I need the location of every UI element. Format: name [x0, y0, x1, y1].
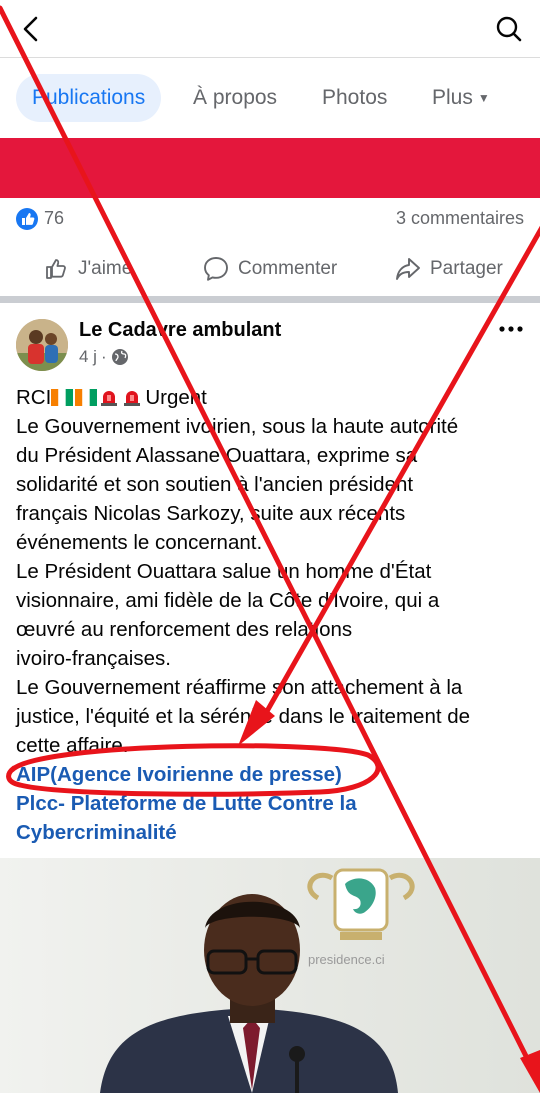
- photo-watermark: presidence.ci: [308, 952, 385, 967]
- post-time[interactable]: 4 j: [79, 347, 97, 367]
- siren-icon: [124, 391, 141, 406]
- tab-publications[interactable]: Publications: [16, 74, 162, 122]
- like-count[interactable]: 76: [44, 208, 64, 229]
- post-stats: 76 3 commentaires: [0, 198, 540, 240]
- like-thumb-icon: [46, 259, 66, 279]
- comment-button[interactable]: Commenter: [202, 254, 337, 284]
- post-line: visionnaire, ami fidèle de la Côte d'Ivo…: [16, 589, 440, 612]
- post-line: solidarité et son soutien à l'ancien pré…: [16, 473, 414, 496]
- comment-count[interactable]: 3 commentaires: [396, 208, 524, 229]
- meta-separator: ·: [100, 347, 107, 366]
- avatar[interactable]: [16, 319, 68, 371]
- source-link-plcc[interactable]: Plcc- Plateforme de Lutte Contre la: [16, 789, 530, 818]
- post-separator: [0, 296, 540, 303]
- flag-ci-icon: [75, 389, 98, 406]
- post-line: du Président Alassane Ouattara, exprime …: [16, 444, 418, 467]
- source-link-aip[interactable]: AIP(Agence Ivoirienne de presse): [16, 760, 530, 789]
- post-line: événements le concernant.: [16, 531, 263, 554]
- post-actions: J'aime Commenter Partager: [0, 244, 540, 294]
- search-icon[interactable]: [492, 12, 526, 46]
- post-photo[interactable]: presidence.ci: [0, 858, 540, 1093]
- profile-tabs: Publications À propos Photos Plus ▼: [0, 66, 540, 130]
- post-headline: RCI Urgent: [16, 386, 207, 409]
- post-line: justice, l'équité et la sérénité dans le…: [16, 705, 471, 728]
- post-line: ivoiro-françaises.: [16, 647, 171, 670]
- tab-plus[interactable]: Plus ▼: [416, 74, 506, 122]
- share-arrow-icon: [396, 258, 420, 280]
- post-line: cette affaire.: [16, 734, 129, 757]
- caret-down-icon: ▼: [477, 91, 490, 106]
- flag-ci-icon: [51, 389, 74, 406]
- post-author-name[interactable]: Le Cadavre ambulant: [79, 319, 281, 342]
- tab-photos[interactable]: Photos: [306, 74, 403, 122]
- tab-a-propos[interactable]: À propos: [177, 74, 293, 122]
- post-line: œuvré au renforcement des relations: [16, 618, 353, 641]
- globe-icon: [111, 349, 128, 365]
- source-link-plcc-cont[interactable]: Cybercriminalité: [16, 818, 530, 847]
- post-line: français Nicolas Sarkozy, suite aux réce…: [16, 502, 406, 525]
- post-line: Le Président Ouattara salue un homme d'É…: [16, 560, 432, 583]
- post-header: Le Cadavre ambulant 4 j ·: [0, 303, 540, 383]
- post-line: Le Gouvernement réaffirme son attachemen…: [16, 676, 463, 699]
- share-button[interactable]: Partager: [394, 254, 503, 284]
- siren-icon: [101, 391, 118, 406]
- previous-post-image[interactable]: [0, 138, 540, 198]
- like-reaction-icon[interactable]: [16, 208, 38, 230]
- post-meta: 4 j ·: [79, 347, 129, 367]
- like-button[interactable]: J'aime: [44, 254, 132, 284]
- comment-bubble-icon: [204, 257, 228, 281]
- back-arrow-icon[interactable]: [14, 12, 48, 46]
- post-text: RCI Urgent Le Gouvernement ivoirien, sous…: [16, 383, 530, 847]
- more-dots-icon[interactable]: [496, 319, 526, 339]
- post-line: Le Gouvernement ivoirien, sous la haute …: [16, 415, 459, 438]
- top-bar: [0, 0, 540, 58]
